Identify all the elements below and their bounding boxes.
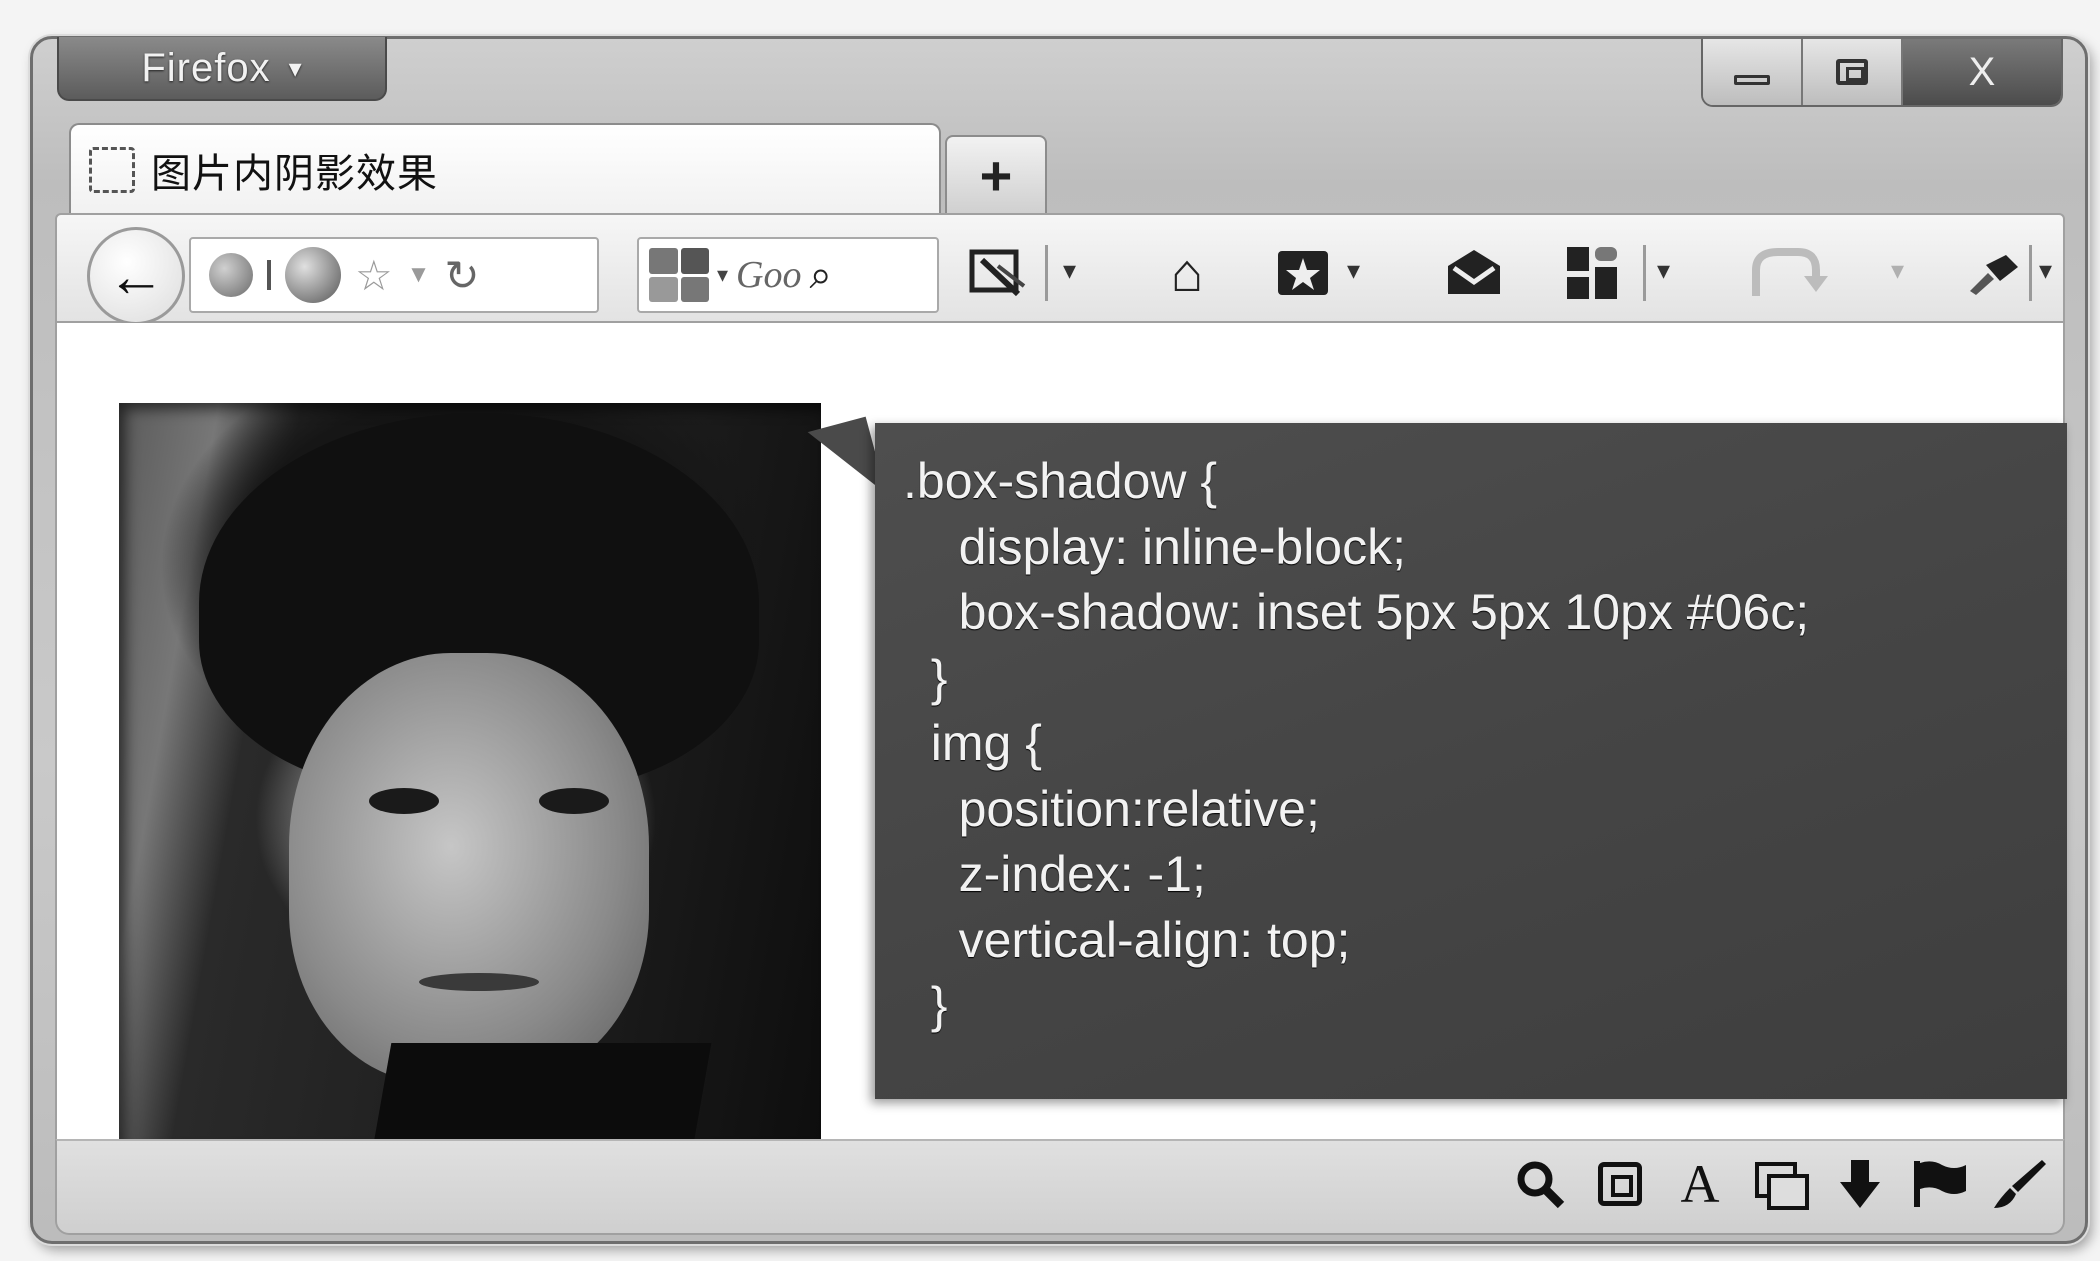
new-tab-button[interactable]: +	[945, 135, 1047, 215]
photo-face	[289, 653, 649, 1083]
tab-title: 图片内阴影效果	[151, 152, 438, 196]
code-line: display: inline-block;	[903, 518, 1407, 575]
window-controls: X	[1701, 39, 2063, 107]
globe-icon[interactable]	[285, 247, 341, 303]
code-line: }	[903, 649, 948, 706]
toolbar-separator	[2029, 245, 2032, 301]
tab-active[interactable]: 图片内阴影效果	[69, 123, 941, 215]
close-button[interactable]: X	[1903, 39, 2061, 105]
font-icon[interactable]: A	[1671, 1154, 1729, 1214]
download-icon[interactable]	[1831, 1155, 1889, 1213]
maximize-icon	[1836, 59, 1868, 85]
minimize-button[interactable]	[1703, 39, 1803, 105]
browser-window: Firefox ▾ X 图片内阴影效果 + ← ☆ ▼ ↻ ▾ Goo ⌕ ▾ …	[30, 36, 2088, 1244]
site-identity-icon[interactable]	[209, 253, 253, 297]
page-content: .box-shadow { display: inline-block; box…	[55, 323, 2067, 1147]
envelope-icon	[1448, 250, 1500, 294]
code-line: box-shadow: inset 5px 5px 10px #06c;	[903, 584, 1810, 640]
search-engine-icon[interactable]	[649, 248, 709, 302]
toolbar-separator	[1643, 245, 1646, 301]
screenshot-dropdown-icon[interactable]: ▾	[1063, 255, 1076, 286]
paint-brush-icon	[1994, 1160, 2046, 1208]
code-line: z-index: -1;	[903, 846, 1206, 902]
close-icon: X	[1968, 49, 1996, 94]
home-icon[interactable]: ⌂	[1155, 241, 1219, 305]
code-callout: .box-shadow { display: inline-block; box…	[875, 423, 2067, 1099]
flag-shape-icon	[1914, 1161, 1966, 1207]
portrait-photo	[119, 403, 821, 1147]
add-on-bar: A	[55, 1139, 2065, 1235]
tools-dropdown-icon[interactable]: ▾	[2039, 255, 2052, 286]
undo-closed-tab-icon[interactable]	[1743, 241, 1833, 305]
flag-icon[interactable]	[1911, 1155, 1969, 1213]
code-line: img {	[903, 715, 1042, 771]
reload-icon[interactable]: ↻	[444, 251, 479, 300]
photo-eye-right	[539, 788, 609, 814]
wrench-icon	[1970, 255, 2018, 295]
tools-icon[interactable]	[1963, 241, 2023, 305]
bookmarks-icon[interactable]	[1271, 241, 1335, 305]
magnifier-icon[interactable]	[1511, 1155, 1569, 1213]
down-arrow-icon	[1840, 1160, 1880, 1208]
photo-eye-left	[369, 788, 439, 814]
back-arrow-icon: ←	[107, 243, 165, 309]
code-line: .box-shadow {	[903, 453, 1218, 509]
photo-collar	[366, 1043, 712, 1147]
crop-tool-icon	[969, 249, 1026, 297]
edit-box-shape	[1598, 1162, 1642, 1206]
zoom-glass-icon	[1517, 1161, 1565, 1209]
bookmark-star-icon[interactable]: ☆	[355, 251, 393, 300]
toolbar-separator	[1045, 245, 1048, 301]
apps-dropdown-icon[interactable]: ▾	[1657, 255, 1670, 286]
code-line: vertical-align: top;	[903, 911, 1351, 968]
screenshot-tool-icon[interactable]	[963, 241, 1033, 305]
maximize-button[interactable]	[1803, 39, 1903, 105]
firefox-menu-label: Firefox	[141, 45, 271, 90]
bookmarks-dropdown-icon[interactable]: ▾	[1347, 255, 1360, 286]
code-line: position:relative;	[903, 780, 1320, 837]
url-separator	[267, 260, 271, 290]
curved-arrow-icon	[1752, 248, 1828, 296]
search-icon[interactable]: ⌕	[810, 253, 832, 298]
back-button[interactable]: ←	[87, 227, 185, 325]
history-dropdown-icon[interactable]: ▼	[407, 261, 431, 289]
windows-icon[interactable]	[1751, 1155, 1809, 1213]
apps-grid-icon[interactable]	[1561, 241, 1625, 305]
navigation-toolbar: ← ☆ ▼ ↻ ▾ Goo ⌕ ▾ ⌂ ▾ ▾ ▾ ▾	[55, 213, 2065, 325]
engine-dropdown-icon[interactable]: ▾	[717, 262, 728, 288]
minimize-icon	[1734, 75, 1770, 85]
grid-icon	[1567, 247, 1617, 299]
blank-page-icon	[89, 147, 135, 193]
bookmark-box-icon	[1278, 251, 1328, 295]
search-engine-text: Goo	[736, 254, 802, 296]
photo-mouth	[419, 973, 539, 991]
search-bar[interactable]: ▾ Goo ⌕	[637, 237, 939, 313]
mail-icon[interactable]	[1439, 241, 1509, 305]
url-bar[interactable]: ☆ ▼ ↻	[189, 237, 599, 313]
status-icons: A	[1511, 1154, 2049, 1214]
windows-shape	[1755, 1162, 1809, 1210]
firefox-menu-button[interactable]: Firefox ▾	[57, 37, 387, 101]
undo-dropdown-icon[interactable]: ▾	[1891, 255, 1904, 286]
code-line: }	[903, 977, 948, 1033]
edit-box-icon[interactable]	[1591, 1155, 1649, 1213]
chevron-down-icon: ▾	[288, 52, 303, 83]
brush-icon[interactable]	[1991, 1155, 2049, 1213]
